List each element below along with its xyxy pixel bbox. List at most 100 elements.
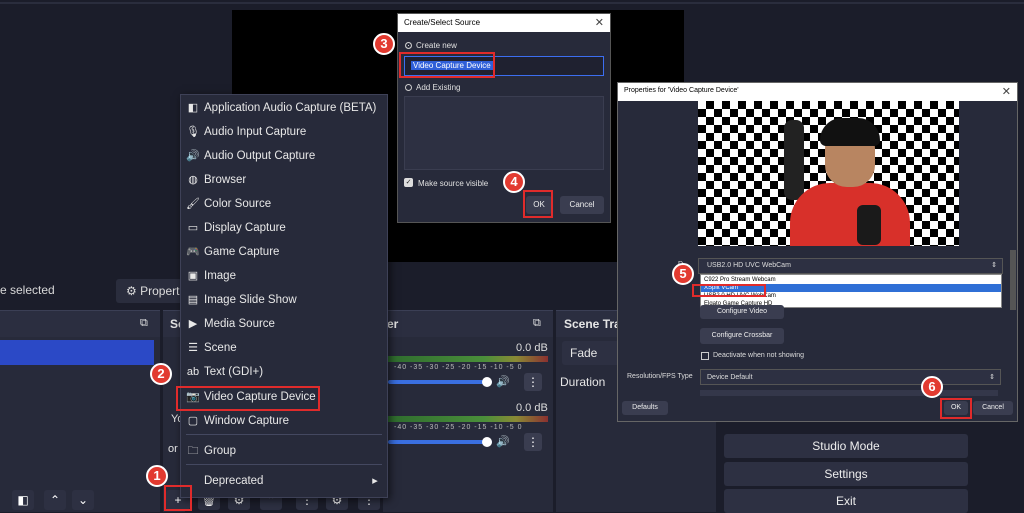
mixer-dock-header: er xyxy=(383,311,553,337)
menu-item-color-source[interactable]: 🖌 Color Source xyxy=(180,193,386,217)
menu-item-audio-input-capture[interactable]: 🎙 Audio Input Capture xyxy=(180,121,386,145)
step-badge-4: 4 xyxy=(503,171,525,193)
menu-item-media-source[interactable]: ▶ Media Source xyxy=(180,313,386,337)
menu-item-label: Application Audio Capture (BETA) xyxy=(204,102,377,114)
highlight-video-capture-item xyxy=(176,386,320,411)
menu-item-image[interactable]: ▣ Image xyxy=(180,265,386,289)
step-badge-3: 3 xyxy=(373,33,395,55)
device-dropdown[interactable]: USB2.0 HD UVC WebCam ⇕ xyxy=(698,258,1003,274)
highlight-properties-ok xyxy=(940,398,972,419)
menu-item-application-audio-capture-beta[interactable]: ◧ Application Audio Capture (BETA) xyxy=(180,97,386,121)
menu-item-label: Color Source xyxy=(204,198,272,210)
resolution-dropdown[interactable]: Device Default ⇕ xyxy=(700,369,1001,385)
monitor-icon: ▭ xyxy=(187,222,199,234)
gamepad-icon: 🎮 xyxy=(186,246,200,258)
track1-volume-knob[interactable] xyxy=(482,377,492,387)
create-new-radio[interactable] xyxy=(405,42,412,49)
menu-item-text-gdi[interactable]: ab Text (GDI+) xyxy=(180,361,386,385)
properties-title: Properties for 'Video Capture Device' xyxy=(624,87,739,94)
menu-item-label: Display Capture xyxy=(204,222,286,234)
mixer-undock-icon[interactable]: ⧉ xyxy=(533,317,541,330)
scenes-dock-header xyxy=(0,311,160,337)
menu-item-window-capture[interactable]: ▢ Window Capture xyxy=(180,410,386,434)
configure-crossbar-button[interactable]: Configure Crossbar xyxy=(700,328,784,344)
add-existing-label: Add Existing xyxy=(416,83,461,92)
device-dropdown-value: USB2.0 HD UVC WebCam xyxy=(707,262,791,269)
track2-meter xyxy=(388,416,548,422)
device-option[interactable]: C922 Pro Stream Webcam xyxy=(701,276,1001,284)
track2-volume-knob[interactable] xyxy=(482,437,492,447)
dialog-titlebar: Create/Select Source ✕ xyxy=(398,14,610,32)
menu-item-game-capture[interactable]: 🎮 Game Capture xyxy=(180,241,386,265)
move-up-icon[interactable]: ⌃ xyxy=(44,490,66,510)
webcam-person-hair xyxy=(820,118,880,146)
track1-volume-slider[interactable] xyxy=(388,380,492,384)
add-existing-radio[interactable] xyxy=(405,84,412,91)
play-icon: ▶ xyxy=(188,318,198,330)
folder-icon: 🗀 xyxy=(187,445,199,457)
window-icon: ▢ xyxy=(187,415,199,427)
menu-item-label: Game Capture xyxy=(204,246,280,258)
deactivate-checkbox[interactable] xyxy=(701,352,709,360)
step-badge-1: 1 xyxy=(146,465,168,487)
move-down-icon[interactable]: ⌄ xyxy=(72,490,94,510)
webcam-chair xyxy=(784,120,804,200)
menu-item-label: Audio Output Capture xyxy=(204,150,316,162)
track1-menu-icon[interactable]: ⋮ xyxy=(524,373,542,391)
properties-button[interactable]: ⚙ Properti xyxy=(116,279,188,303)
undock-icon[interactable]: ⧉ xyxy=(140,317,148,330)
menu-item-deprecated[interactable]: ▸ Deprecated xyxy=(180,470,386,494)
highlight-add-button xyxy=(164,485,192,511)
app-audio-icon: ◧ xyxy=(187,102,199,114)
transition-select-value: Fade xyxy=(570,346,598,360)
properties-vscroll[interactable] xyxy=(1010,250,1016,310)
track1-speaker-icon[interactable]: 🔊 xyxy=(496,375,510,388)
resolution-value: Device Default xyxy=(707,374,753,381)
text-icon: ab xyxy=(186,366,200,378)
studio-mode-button[interactable]: Studio Mode xyxy=(724,434,968,458)
create-cancel-button[interactable]: Cancel xyxy=(560,196,604,214)
track2-menu-icon[interactable]: ⋮ xyxy=(524,433,542,451)
webcam-microphone xyxy=(857,205,881,245)
selected-scene-row[interactable] xyxy=(0,340,154,365)
brush-icon: 🖌 xyxy=(186,198,200,210)
properties-close-icon[interactable]: ✕ xyxy=(1002,85,1011,98)
dialog-title: Create/Select Source xyxy=(404,18,481,27)
menu-item-browser[interactable]: ◍ Browser xyxy=(180,169,386,193)
window-top-edge xyxy=(0,2,1024,4)
properties-cancel-button[interactable]: Cancel xyxy=(973,401,1013,415)
existing-sources-list[interactable] xyxy=(404,96,604,170)
list-icon: ☰ xyxy=(188,342,198,354)
menu-item-label: Browser xyxy=(204,174,247,186)
menu-item-label: Audio Input Capture xyxy=(204,126,307,138)
sources-hint-line-2: or xyxy=(168,443,178,455)
step-badge-2: 2 xyxy=(150,363,172,385)
scene-filter-icon[interactable]: ◧ xyxy=(12,490,34,510)
track2-ticks: -40 -35 -30 -25 -20 -15 -10 -5 0 xyxy=(394,424,523,431)
track1-db: 0.0 dB xyxy=(516,342,548,354)
menu-item-audio-output-capture[interactable]: 🔊 Audio Output Capture xyxy=(180,145,386,169)
submenu-arrow-icon: ▸ xyxy=(372,475,378,487)
menu-item-image-slide-show[interactable]: ▤ Image Slide Show xyxy=(180,289,386,313)
defaults-button[interactable]: Defaults xyxy=(622,401,668,415)
highlight-name-field xyxy=(399,52,495,78)
menu-item-scene[interactable]: ☰ Scene xyxy=(180,337,386,361)
track2-volume-slider[interactable] xyxy=(388,440,492,444)
menu-item-group[interactable]: 🗀 Group xyxy=(180,440,386,464)
menu-item-label: Deprecated xyxy=(204,475,264,487)
exit-button[interactable]: Exit xyxy=(724,489,968,513)
menu-item-label: Scene xyxy=(204,342,237,354)
menu-item-display-capture[interactable]: ▭ Display Capture xyxy=(180,217,386,241)
make-visible-checkbox[interactable]: ✓ xyxy=(404,178,413,187)
configure-video-button[interactable]: Configure Video xyxy=(700,305,784,319)
close-icon[interactable]: ✕ xyxy=(595,16,604,29)
settings-button[interactable]: Settings xyxy=(724,462,968,486)
webcam-person-body xyxy=(790,183,910,246)
dropdown-arrow-icon: ⇕ xyxy=(991,262,997,269)
menu-item-label: Window Capture xyxy=(204,415,290,427)
properties-scrollbar[interactable] xyxy=(700,390,998,396)
properties-button-label: Properti xyxy=(140,284,183,298)
track1-meter xyxy=(388,356,548,362)
properties-titlebar: Properties for 'Video Capture Device' ✕ xyxy=(618,83,1017,101)
track2-speaker-icon[interactable]: 🔊 xyxy=(496,435,510,448)
